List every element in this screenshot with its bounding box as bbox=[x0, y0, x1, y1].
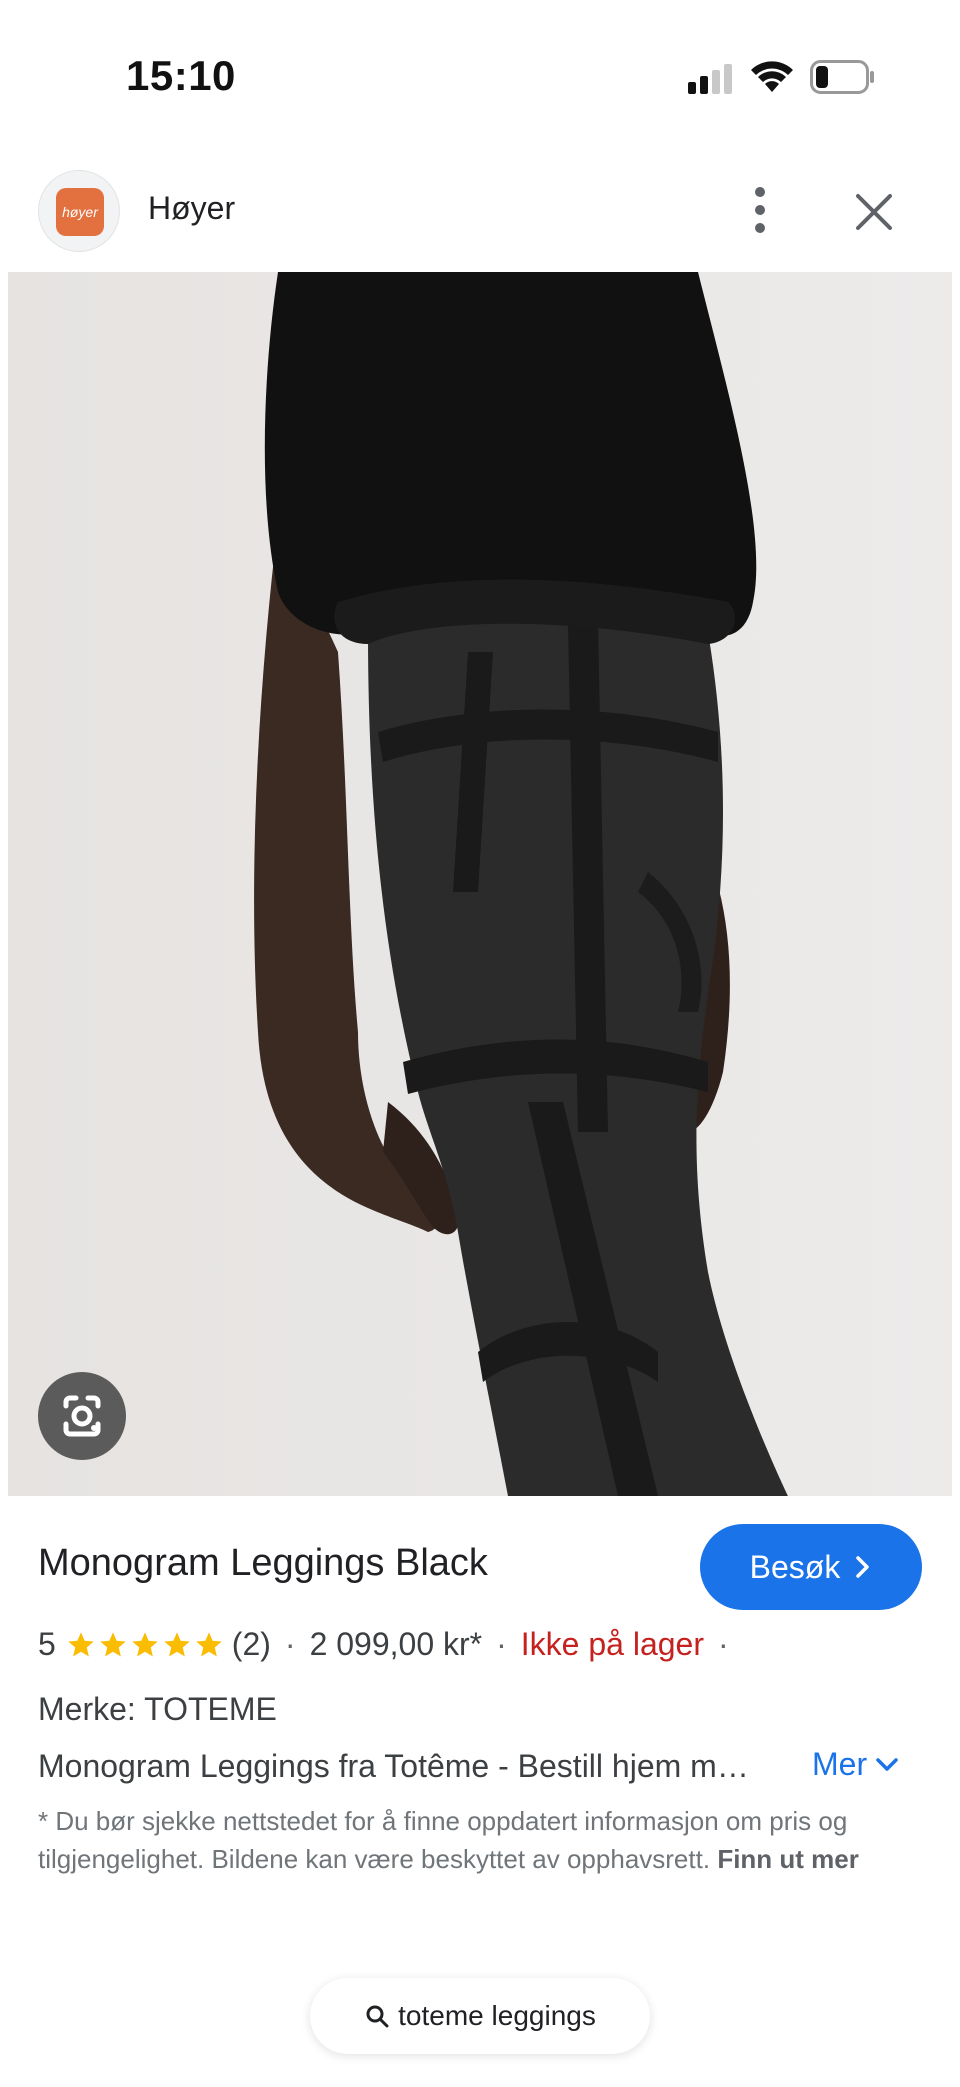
google-lens-icon bbox=[63, 1395, 101, 1437]
wifi-icon bbox=[751, 61, 793, 92]
availability-status: Ikke på lager bbox=[520, 1626, 704, 1662]
separator: · bbox=[718, 1626, 729, 1662]
rating-row: 5 (2) · 2 099,00 kr* · Ikke på lager · bbox=[38, 1626, 743, 1663]
learn-more-link[interactable]: Finn ut mer bbox=[717, 1844, 859, 1874]
rating-stars bbox=[66, 1630, 226, 1660]
visit-button-label: Besøk bbox=[749, 1548, 841, 1585]
star-icon bbox=[68, 1631, 94, 1656]
google-lens-button[interactable] bbox=[38, 1372, 126, 1460]
status-time: 15:10 bbox=[126, 52, 236, 99]
more-vert-icon[interactable] bbox=[740, 180, 780, 240]
product-title: Monogram Leggings Black bbox=[38, 1542, 488, 1584]
rating-value: 5 bbox=[38, 1626, 56, 1662]
chevron-down-icon bbox=[876, 1757, 898, 1771]
site-name: Høyer bbox=[148, 190, 236, 226]
search-query: toteme leggings bbox=[398, 2000, 596, 2031]
price: 2 099,00 kr* bbox=[309, 1626, 483, 1662]
star-icon bbox=[164, 1631, 190, 1656]
chevron-right-icon bbox=[856, 1556, 870, 1578]
close-icon[interactable] bbox=[850, 188, 898, 236]
star-icon bbox=[132, 1631, 158, 1656]
status-bar: 15:10 bbox=[0, 0, 960, 150]
battery-icon bbox=[810, 60, 874, 94]
cellular-signal-icon bbox=[688, 64, 734, 94]
separator: · bbox=[284, 1626, 296, 1662]
star-icon bbox=[196, 1631, 222, 1656]
site-logo[interactable]: høyer bbox=[38, 170, 120, 252]
visit-button[interactable]: Besøk bbox=[700, 1524, 922, 1610]
review-count[interactable]: (2) bbox=[232, 1626, 271, 1663]
star-icon bbox=[100, 1631, 126, 1656]
disclaimer: * Du bør sjekke nettstedet for å finne o… bbox=[38, 1802, 918, 1878]
search-icon bbox=[366, 2005, 389, 2028]
more-button[interactable]: Mer bbox=[812, 1746, 899, 1783]
search-query-chip[interactable]: toteme leggings bbox=[310, 1978, 650, 2054]
product-description: Monogram Leggings fra Totême - Bestill h… bbox=[38, 1748, 749, 1784]
brand: Merke: TOTEME bbox=[38, 1691, 277, 1727]
result-header: høyer Høyer bbox=[0, 150, 960, 272]
hoyer-logo: høyer bbox=[56, 188, 104, 236]
separator: · bbox=[496, 1626, 507, 1662]
product-image[interactable] bbox=[8, 272, 952, 1496]
leggings-photo bbox=[8, 272, 952, 1496]
more-label: Mer bbox=[812, 1746, 868, 1782]
